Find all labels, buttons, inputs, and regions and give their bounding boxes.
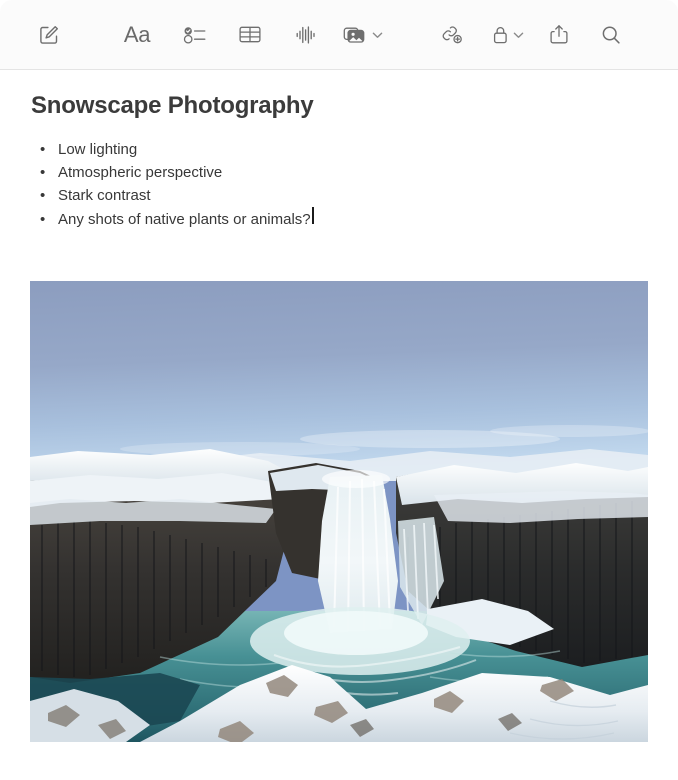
checklist-icon xyxy=(183,24,207,46)
note-body[interactable]: Snowscape Photography • Low lighting • A… xyxy=(0,70,678,331)
link-button[interactable] xyxy=(433,16,471,54)
search-button[interactable] xyxy=(592,16,630,54)
search-icon xyxy=(600,24,622,46)
list-item[interactable]: • Any shots of native plants or animals? xyxy=(0,206,678,230)
list-item-label: Stark contrast xyxy=(58,186,151,204)
table-button[interactable] xyxy=(231,16,269,54)
checklist-button[interactable] xyxy=(176,16,214,54)
bullet-dot-icon: • xyxy=(40,163,46,181)
chevron-down-icon xyxy=(513,31,524,39)
chevron-down-icon xyxy=(372,31,383,39)
bullet-dot-icon: • xyxy=(40,186,46,204)
share-icon xyxy=(549,23,569,46)
media-photos-icon xyxy=(343,24,369,46)
audio-button[interactable] xyxy=(287,16,325,54)
compose-note-button[interactable] xyxy=(30,16,68,54)
list-item[interactable]: • Atmospheric perspective xyxy=(0,161,678,184)
lock-button[interactable] xyxy=(488,16,526,54)
share-button[interactable] xyxy=(540,16,578,54)
list-item-label: Low lighting xyxy=(58,140,138,158)
notes-window: Aa Snowscape Photography • Low lighting … xyxy=(0,0,678,780)
note-title[interactable]: Snowscape Photography xyxy=(0,70,678,121)
list-item-label: Any shots of native plants or animals? xyxy=(58,210,311,228)
toolbar: Aa xyxy=(0,0,678,70)
audio-waveform-icon xyxy=(295,24,317,46)
text-cursor xyxy=(311,206,314,224)
snowy-waterfall-photo xyxy=(30,281,648,742)
aa-format-icon: Aa xyxy=(123,21,151,47)
bullet-dot-icon: • xyxy=(40,140,46,158)
bullet-dot-icon: • xyxy=(40,210,46,228)
table-icon xyxy=(238,24,262,45)
compose-icon xyxy=(38,24,60,46)
link-add-icon xyxy=(440,24,465,46)
format-button[interactable]: Aa xyxy=(118,16,156,54)
bullet-list[interactable]: • Low lighting • Atmospheric perspective… xyxy=(0,121,678,230)
lock-icon xyxy=(491,24,510,46)
list-item[interactable]: • Stark contrast xyxy=(0,184,678,207)
list-item[interactable]: • Low lighting xyxy=(0,138,678,161)
note-image-attachment[interactable] xyxy=(30,281,648,742)
list-item-label: Atmospheric perspective xyxy=(58,163,223,181)
media-button[interactable] xyxy=(343,16,383,54)
